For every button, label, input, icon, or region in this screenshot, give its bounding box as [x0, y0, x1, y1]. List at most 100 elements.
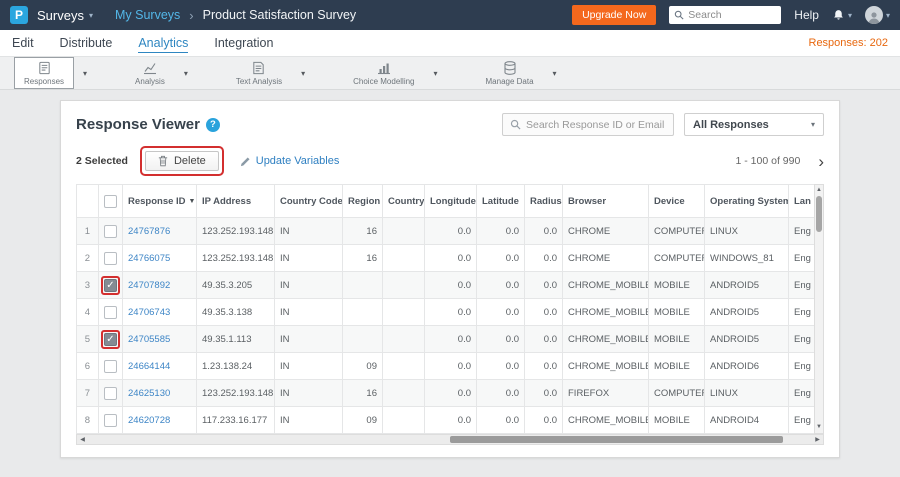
- topbar: P Surveys ▾ My Surveys › Product Satisfa…: [0, 0, 900, 30]
- toolbar-choice-modelling[interactable]: Choice Modelling ▾: [343, 57, 438, 89]
- breadcrumb-my-surveys[interactable]: My Surveys: [115, 8, 180, 22]
- help-link[interactable]: Help: [794, 8, 819, 22]
- toolbar-manage-data[interactable]: Manage Data ▾: [476, 57, 557, 89]
- col-header-device[interactable]: Device: [648, 184, 705, 218]
- row-checkbox[interactable]: [104, 359, 117, 373]
- analytics-toolbar: Responses ▾ Analysis ▾ Text Analysis ▾ Choice …: [0, 57, 900, 90]
- cell: [342, 298, 383, 326]
- responses-count[interactable]: Responses: 202: [809, 37, 889, 49]
- scroll-right-icon[interactable]: ▶: [812, 436, 823, 443]
- cell: CHROME: [562, 217, 649, 245]
- chevron-down-icon[interactable]: ▾: [301, 69, 305, 78]
- scroll-left-icon[interactable]: ◀: [77, 436, 88, 443]
- account-menu[interactable]: ▾: [864, 6, 890, 24]
- cell: 09: [342, 406, 383, 434]
- cell: 117.233.16.177: [196, 406, 275, 434]
- page-title: Response Viewer ?: [76, 116, 220, 133]
- cell: 0.0: [476, 271, 525, 299]
- col-header-browser[interactable]: Browser: [562, 184, 649, 218]
- col-header-region[interactable]: Region: [342, 184, 383, 218]
- col-header-lan[interactable]: Lan: [788, 184, 815, 218]
- pagination: 1 - 100 of 990 ›: [736, 153, 824, 170]
- cell: 09: [342, 352, 383, 380]
- cell: 0.0: [476, 217, 525, 245]
- col-header-radius[interactable]: Radius: [524, 184, 563, 218]
- col-header-response-id[interactable]: Response ID ▼: [122, 184, 197, 218]
- cell: 123.252.193.148: [196, 244, 275, 272]
- delete-button[interactable]: Delete: [144, 151, 219, 171]
- tab-integration[interactable]: Integration: [214, 36, 273, 50]
- chevron-down-icon[interactable]: ▾: [83, 69, 87, 78]
- col-header-latitude[interactable]: Latitude: [476, 184, 525, 218]
- next-page-button[interactable]: ›: [818, 153, 824, 170]
- response-id-link[interactable]: 24766075: [128, 253, 170, 264]
- topbar-search-input[interactable]: [688, 9, 774, 21]
- row-checkbox[interactable]: [104, 251, 117, 265]
- row-number: 7: [76, 379, 99, 407]
- toolbar-analysis[interactable]: Analysis ▾: [125, 57, 188, 89]
- col-header-ip-address[interactable]: IP Address: [196, 184, 275, 218]
- col-header-country[interactable]: Country: [382, 184, 425, 218]
- help-icon[interactable]: ?: [205, 117, 220, 132]
- response-id-link[interactable]: 24620728: [128, 415, 170, 426]
- chevron-down-icon[interactable]: ▾: [434, 69, 438, 78]
- scroll-up-icon[interactable]: ▲: [816, 185, 822, 196]
- chevron-down-icon[interactable]: ▾: [184, 69, 188, 78]
- cell: 0.0: [476, 406, 525, 434]
- scroll-down-icon[interactable]: ▼: [816, 422, 822, 433]
- chevron-down-icon[interactable]: ▾: [553, 69, 557, 78]
- cell: [342, 325, 383, 353]
- questionpro-logo[interactable]: P: [10, 6, 28, 24]
- cell: [382, 325, 425, 353]
- responses-filter-dropdown[interactable]: All Responses ▾: [684, 113, 824, 136]
- toolbar-text-analysis[interactable]: Text Analysis ▾: [226, 57, 305, 89]
- surveys-menu[interactable]: Surveys ▾: [37, 8, 93, 23]
- row-checkbox[interactable]: [104, 224, 117, 238]
- table-header: Response ID ▼ IP Address Country Code Region…: [76, 184, 815, 218]
- row-checkbox[interactable]: [104, 305, 117, 319]
- row-checkbox[interactable]: [104, 332, 117, 346]
- cell: 0.0: [424, 244, 477, 272]
- upgrade-now-button[interactable]: Upgrade Now: [572, 5, 657, 25]
- horizontal-scrollbar-thumb[interactable]: [450, 436, 784, 443]
- notifications-button[interactable]: ▾: [832, 8, 852, 22]
- row-checkbox[interactable]: [104, 386, 117, 400]
- response-id-link[interactable]: 24705585: [128, 334, 170, 345]
- response-id-link[interactable]: 24767876: [128, 226, 170, 237]
- response-id-link[interactable]: 24706743: [128, 307, 170, 318]
- toolbar-responses[interactable]: Responses ▾: [14, 57, 87, 89]
- cell: 0.0: [424, 352, 477, 380]
- select-all-checkbox[interactable]: [104, 194, 117, 208]
- vertical-scrollbar-thumb[interactable]: [816, 196, 822, 232]
- vertical-scrollbar[interactable]: ▲ ▼: [814, 184, 824, 434]
- table-row: 8 24620728 117.233.16.177 IN 09 0.0 0.0 0.0 CHRO…: [76, 406, 815, 434]
- topbar-actions: Upgrade Now Help ▾ ▾: [572, 5, 890, 25]
- cell: 0.0: [424, 298, 477, 326]
- tab-analytics[interactable]: Analytics: [138, 36, 189, 53]
- response-id-link[interactable]: 24707892: [128, 280, 170, 291]
- horizontal-scrollbar[interactable]: ◀ ▶: [76, 434, 824, 445]
- checkbox-cell: [98, 298, 123, 326]
- row-checkbox[interactable]: [104, 413, 117, 427]
- horizontal-scrollbar-track[interactable]: [88, 435, 812, 444]
- cell: MOBILE: [648, 271, 705, 299]
- row-checkbox[interactable]: [104, 278, 117, 292]
- tab-edit[interactable]: Edit: [12, 36, 34, 50]
- cell: MOBILE: [648, 325, 705, 353]
- cell: [342, 271, 383, 299]
- col-header-longitude[interactable]: Longitude: [424, 184, 477, 218]
- cell: [382, 298, 425, 326]
- col-header-operating-system[interactable]: Operating System: [704, 184, 789, 218]
- tab-distribute[interactable]: Distribute: [60, 36, 113, 50]
- responses-filter-value: All Responses: [693, 118, 769, 131]
- update-variables-link[interactable]: Update Variables: [240, 155, 339, 167]
- cell-response-id: 24620728: [122, 406, 197, 434]
- toolbar-item-main: Responses: [14, 57, 75, 89]
- select-all-header[interactable]: [98, 184, 123, 218]
- response-id-link[interactable]: 24625130: [128, 388, 170, 399]
- topbar-search: [669, 6, 782, 24]
- response-id-link[interactable]: 24664144: [128, 361, 170, 372]
- cell: 0.0: [424, 217, 477, 245]
- response-search-input[interactable]: [526, 118, 666, 131]
- col-header-country-code[interactable]: Country Code: [274, 184, 343, 218]
